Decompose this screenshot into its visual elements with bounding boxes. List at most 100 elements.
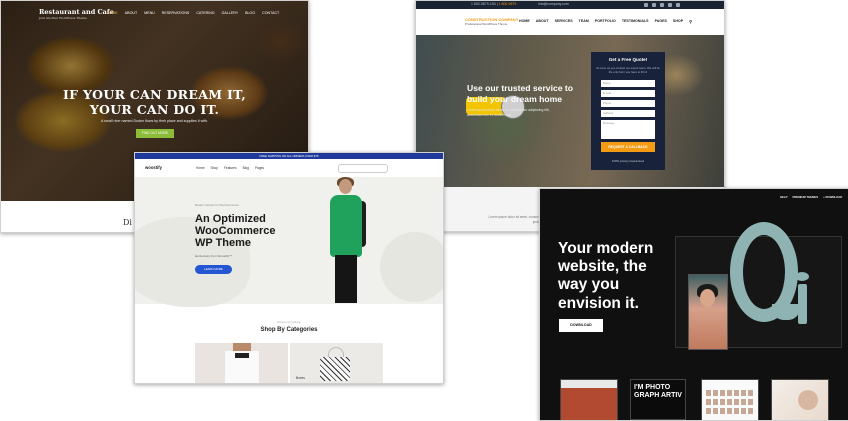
quote-name-input[interactable]: Name — [601, 80, 655, 87]
modern-demo-thumb-1[interactable] — [560, 379, 618, 420]
facebook-icon[interactable] — [644, 2, 648, 7]
modern-nav: HELP PREMIUM THEMES + DOWNLOAD — [780, 195, 842, 199]
youtube-icon[interactable] — [668, 2, 672, 7]
restaurant-headline-line2: YOUR CAN DO IT. — [89, 102, 220, 117]
woostify-nav-pages[interactable]: Pages — [255, 166, 264, 170]
woostify-hero-blob-right — [380, 232, 443, 302]
modern-demo-thumb-2[interactable]: I'M PHOTO GRAPH ARTIV — [630, 379, 686, 420]
restaurant-nav-catering[interactable]: CATERING — [196, 11, 214, 15]
construction-nav-shop[interactable]: SHOP — [673, 19, 683, 24]
construction-logo[interactable]: CONSTRUCTION COMPANY Professional WordPr… — [465, 17, 518, 26]
twitter-icon[interactable] — [652, 2, 656, 7]
restaurant-find-out-button[interactable]: FIND OUT MORE — [136, 129, 174, 138]
construction-nav-testimonials[interactable]: TESTIMONIALS — [622, 19, 649, 24]
woostify-search-input[interactable] — [338, 164, 388, 173]
woostify-hero-title-line2: WooCommerce — [195, 225, 276, 237]
thumb3-row — [706, 408, 754, 414]
thumb4-circle-shape — [798, 390, 818, 410]
construction-nav-services[interactable]: SERVICES — [555, 19, 573, 24]
modern-theme-screenshot: HELP PREMIUM THEMES + DOWNLOAD Your mode… — [539, 188, 848, 421]
search-icon[interactable]: ⚲ — [689, 19, 692, 24]
quote-form-title: Get a Free Quote! — [608, 57, 648, 62]
modern-nav-download[interactable]: + DOWNLOAD — [823, 195, 842, 199]
woostify-hero-title-line1: An Optimized — [195, 213, 266, 225]
woostify-hero-desc: Exclusively from Woostify™ — [195, 254, 232, 258]
google-plus-icon[interactable] — [676, 2, 680, 7]
restaurant-section-title-cutoff: Di — [123, 218, 132, 227]
modern-hero-title-line1: Your modern — [558, 240, 654, 257]
quote-message-textarea[interactable]: Message — [601, 120, 655, 139]
construction-nav-about[interactable]: ABOUT — [536, 19, 549, 24]
quote-address-input[interactable]: Address — [601, 110, 655, 117]
restaurant-nav-reservations[interactable]: RESERVATIONS — [162, 11, 190, 15]
woostify-hero — [135, 177, 443, 307]
construction-nav-pages[interactable]: PAGES — [655, 19, 667, 24]
instagram-icon[interactable] — [660, 2, 664, 7]
category-tile-boxes[interactable]: Boxes — [290, 343, 383, 383]
restaurant-nav-menu[interactable]: MENU — [144, 11, 155, 15]
restaurant-nav-home[interactable]: HOME — [107, 11, 118, 15]
restaurant-subtext: A small river named Duden flows by their… — [100, 119, 209, 123]
construction-nav: HOME ABOUT SERVICES TEAM PORTFOLIO TESTI… — [519, 19, 692, 24]
modern-hero-title-line2: website, the — [558, 258, 647, 276]
portrait-face-shape — [700, 289, 715, 307]
construction-topbar: 1 800-9879-154 | 1 800-9879 info@company… — [416, 1, 724, 9]
thumb3-row — [706, 399, 754, 405]
construction-phone-highlight: 1 800-9879 — [498, 2, 517, 6]
restaurant-nav-blog[interactable]: BLOG — [245, 11, 255, 15]
construction-nav-portfolio[interactable]: PORTFOLIO — [595, 19, 616, 24]
construction-nav-team[interactable]: TEAM — [579, 19, 589, 24]
construction-nav-home[interactable]: HOME — [519, 19, 530, 24]
modern-nav-premium-themes[interactable]: PREMIUM THEMES — [792, 195, 818, 199]
construction-hero-title-line2: build your dream home — [467, 93, 563, 104]
restaurant-logo-subtitle: Just Another WordPress Theme — [39, 16, 87, 20]
thumb3-row — [706, 390, 754, 396]
woostify-learn-more-button[interactable]: LEARN MORE — [195, 265, 232, 274]
restaurant-nav-gallery[interactable]: GALLERY — [222, 11, 239, 15]
woostify-model-image — [322, 177, 372, 304]
quote-email-input[interactable]: E-mail — [601, 90, 655, 97]
woostify-nav-blog[interactable]: Blog — [243, 166, 249, 170]
restaurant-nav-contact[interactable]: CONTACT — [262, 11, 279, 15]
construction-social-icons — [644, 2, 680, 7]
construction-hero-image — [416, 35, 724, 187]
modern-download-button[interactable]: DOWNLOAD — [559, 319, 603, 332]
construction-email[interactable]: info@company.com — [538, 2, 569, 6]
modern-hero-title-line4: envision it. — [558, 294, 639, 312]
quote-phone-input[interactable]: Phone — [601, 100, 655, 107]
model-legs-shape — [335, 255, 357, 303]
modern-portrait-image — [688, 274, 728, 350]
woostify-nav-shop[interactable]: Shop — [211, 166, 218, 170]
model-vest-shape — [330, 195, 362, 257]
woostify-header: woostify Home Shop Features Blog Pages — [135, 159, 443, 178]
modern-i-dot-shape — [795, 272, 809, 281]
restaurant-logo[interactable]: Restaurant and Cafe Just Another WordPre… — [39, 8, 114, 20]
woostify-nav-home[interactable]: Home — [196, 166, 205, 170]
tile-bowtie-shape — [235, 353, 249, 358]
construction-hero-text-line2: accumsan nec ex scelerisque. — [467, 113, 513, 117]
woostify-nav: Home Shop Features Blog Pages — [196, 166, 264, 170]
woostify-hero-eyebrow: Modern Version for WooCommerce — [195, 203, 239, 207]
construction-hero-title: Use our trusted service to build your dr… — [467, 83, 573, 104]
modern-demo-thumb-4[interactable] — [771, 379, 829, 420]
request-callback-button[interactable]: REQUEST A CALLBACK — [601, 142, 655, 152]
woostify-nav-features[interactable]: Features — [224, 166, 237, 170]
category-tile-label: Boxes — [296, 376, 305, 380]
restaurant-nav-about[interactable]: ABOUT — [125, 11, 137, 15]
thumb2-text: I'M PHOTO GRAPH ARTIV — [634, 384, 682, 399]
modern-nav-help[interactable]: HELP — [780, 195, 787, 199]
woostify-hero-title-line3: WP Theme — [195, 237, 252, 249]
quote-privacy-note: 100% privacy Guaranteed — [611, 159, 645, 163]
category-tile-men[interactable] — [195, 343, 288, 383]
woostify-categories-title: Shop By Categories — [260, 327, 318, 333]
woostify-categories-eyebrow: Discover our products — [277, 321, 301, 324]
construction-phone-label: 1 800-9879-154 | — [471, 2, 498, 6]
restaurant-nav: HOME ABOUT MENU RESERVATIONS CATERING GA… — [107, 11, 279, 15]
construction-logo-subtitle: Professional WordPress Theme — [465, 22, 508, 26]
restaurant-logo-title: Restaurant and Cafe — [39, 8, 114, 16]
modern-demo-thumb-3[interactable] — [701, 379, 759, 420]
woostify-logo[interactable]: woostify — [145, 165, 162, 170]
tile-bag-shape — [320, 357, 350, 381]
construction-hero-text: Lorem ipsum dolor sit amet, consectetur … — [467, 108, 550, 118]
construction-phone: 1 800-9879-154 | 1 800-9879 — [471, 2, 516, 6]
